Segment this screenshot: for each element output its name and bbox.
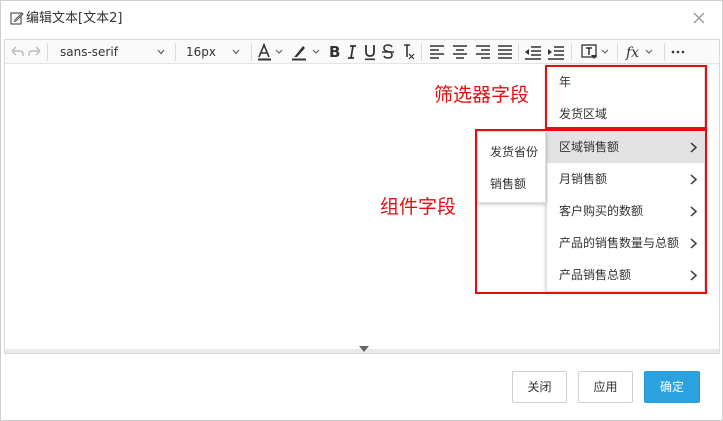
- toolbar-divider: [664, 43, 665, 61]
- dialog-title-bar: 编辑文本[文本2]: [1, 1, 722, 37]
- caret-down-icon[interactable]: [359, 346, 369, 352]
- bold-icon[interactable]: B: [327, 42, 341, 62]
- component-field-item[interactable]: 产品销售总额: [547, 259, 704, 291]
- redo-icon[interactable]: [27, 42, 43, 62]
- component-field-label: 月销售额: [559, 172, 608, 186]
- filter-fields-annotation: 筛选器字段: [434, 84, 530, 106]
- strikethrough-icon[interactable]: [381, 42, 395, 62]
- highlight-color-icon[interactable]: [291, 42, 325, 62]
- toolbar-divider: [518, 43, 519, 61]
- chevron-right-icon: [690, 142, 697, 153]
- filter-field-item[interactable]: 发货区域: [547, 98, 704, 130]
- component-field-label: 产品的销售数量与总额: [559, 236, 680, 250]
- component-field-item-region-sales[interactable]: 区域销售额: [547, 131, 704, 163]
- submenu-item-label: 发货省份: [490, 145, 539, 159]
- toolbar-divider: [571, 43, 572, 61]
- component-field-item[interactable]: 月销售额: [547, 163, 704, 195]
- outdent-icon[interactable]: [524, 42, 542, 62]
- component-field-label: 区域销售额: [559, 140, 620, 154]
- italic-icon[interactable]: [346, 42, 358, 62]
- indent-icon[interactable]: [547, 42, 565, 62]
- apply-button[interactable]: 应用: [578, 371, 633, 403]
- toolbar-divider: [47, 43, 48, 61]
- filter-field-label: 年: [559, 75, 572, 89]
- component-fields-menu: 区域销售额 月销售额 客户购买的数额 产品的销售数量与总额 产品销售总额: [546, 130, 705, 292]
- more-icon[interactable]: [671, 42, 685, 62]
- font-family-select[interactable]: sans-serif: [60, 43, 170, 61]
- toolbar-divider: [175, 43, 176, 61]
- undo-icon[interactable]: [9, 42, 25, 62]
- region-sales-submenu: 发货省份 销售额: [477, 131, 546, 203]
- edit-text-dialog: 编辑文本[文本2] sans-serif 16px B fx 年 发货区域 区域…: [0, 0, 723, 421]
- chevron-down-icon: [157, 49, 165, 55]
- underline-icon[interactable]: [363, 42, 377, 62]
- align-left-icon[interactable]: [429, 42, 445, 62]
- align-center-icon[interactable]: [452, 42, 468, 62]
- toolbar-divider: [617, 43, 618, 61]
- filter-field-label: 发货区域: [559, 107, 608, 121]
- font-size-select[interactable]: 16px: [186, 43, 244, 61]
- component-field-item[interactable]: 客户购买的数额: [547, 195, 704, 227]
- toolbar-divider: [421, 43, 422, 61]
- font-family-value: sans-serif: [60, 45, 118, 59]
- formula-icon[interactable]: fx: [625, 42, 657, 62]
- chevron-right-icon: [690, 270, 697, 281]
- clear-format-icon[interactable]: [400, 42, 416, 62]
- filter-fields-menu: 年 发货区域: [546, 65, 705, 129]
- component-field-item[interactable]: 产品的销售数量与总额: [547, 227, 704, 259]
- chevron-right-icon: [690, 206, 697, 217]
- svg-text:B: B: [329, 43, 340, 61]
- insert-field-icon[interactable]: [581, 42, 613, 62]
- close-button[interactable]: 关闭: [512, 371, 567, 403]
- chevron-right-icon: [690, 238, 697, 249]
- submenu-item-label: 销售额: [490, 177, 527, 191]
- component-field-label: 产品销售总额: [559, 268, 632, 282]
- component-fields-annotation: 组件字段: [380, 196, 457, 218]
- align-justify-icon[interactable]: [497, 42, 513, 62]
- filter-field-item[interactable]: 年: [547, 66, 704, 98]
- component-field-label: 客户购买的数额: [559, 204, 644, 218]
- confirm-button[interactable]: 确定: [644, 371, 700, 403]
- submenu-item[interactable]: 销售额: [478, 168, 545, 200]
- dialog-title: 编辑文本[文本2]: [26, 11, 123, 26]
- svg-text:fx: fx: [625, 45, 639, 61]
- editor-toolbar: sans-serif 16px B fx: [5, 40, 719, 64]
- edit-icon: [10, 12, 24, 25]
- close-icon[interactable]: [691, 10, 707, 26]
- align-right-icon[interactable]: [475, 42, 491, 62]
- font-color-icon[interactable]: [257, 42, 287, 62]
- font-size-value: 16px: [186, 45, 216, 59]
- submenu-item[interactable]: 发货省份: [478, 136, 545, 168]
- chevron-down-icon: [232, 49, 240, 55]
- toolbar-divider: [251, 43, 252, 61]
- chevron-right-icon: [690, 174, 697, 185]
